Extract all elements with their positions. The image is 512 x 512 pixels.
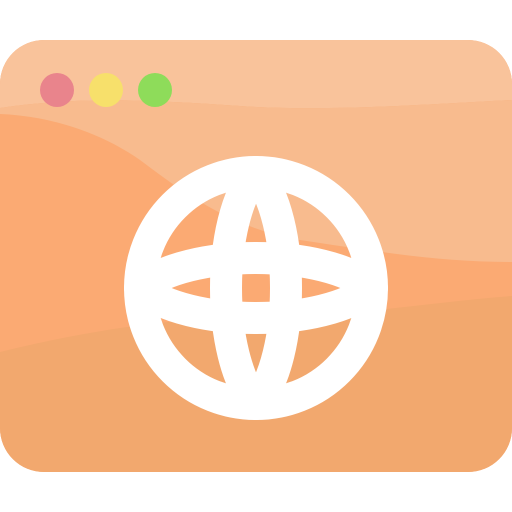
browser-globe-icon [0,0,512,512]
browser-window-illustration [0,40,512,472]
close-dot-icon [40,73,74,107]
maximize-dot-icon [138,73,172,107]
minimize-dot-icon [89,73,123,107]
window-title-band [0,40,512,109]
